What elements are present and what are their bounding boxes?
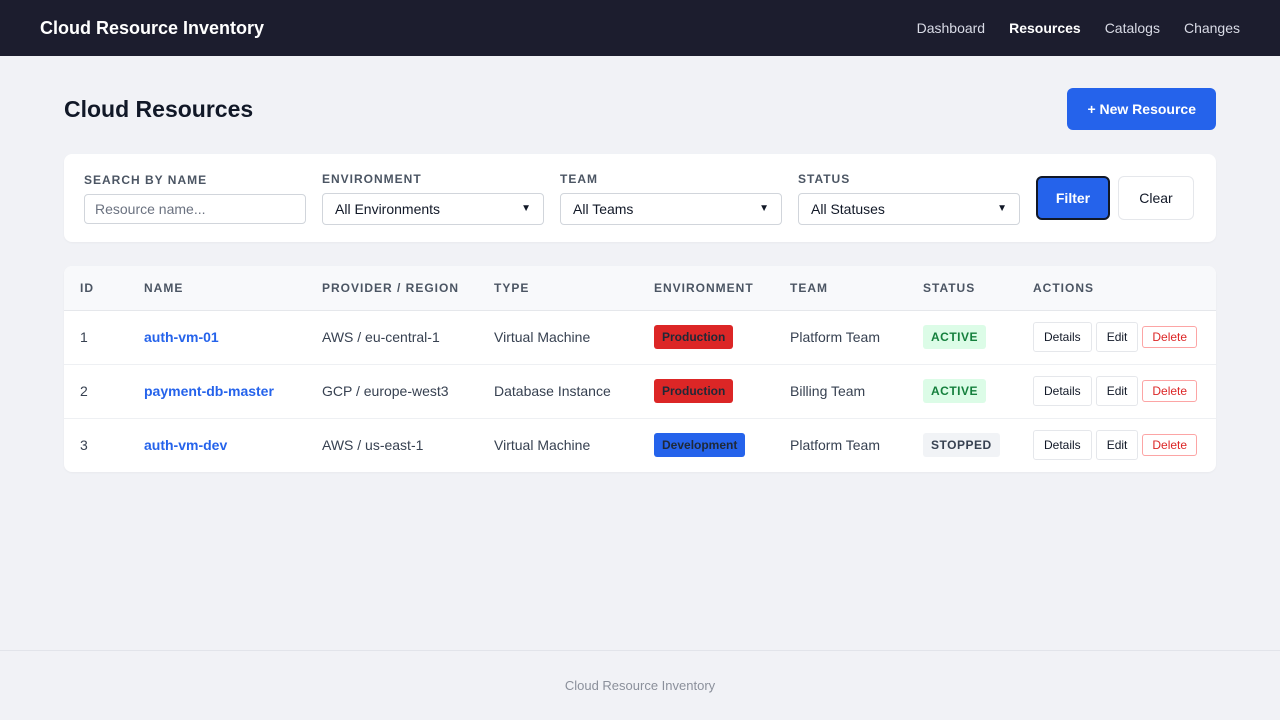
team-select[interactable]: All Teams ▼ bbox=[560, 192, 782, 225]
status-group: Status All Statuses ▼ bbox=[798, 172, 1020, 225]
table-header-row: ID Name Provider / Region Type Environme… bbox=[64, 266, 1216, 311]
table-row: 2 payment-db-master GCP / europe-west3 D… bbox=[64, 364, 1216, 418]
delete-button[interactable]: Delete bbox=[1142, 434, 1198, 457]
col-type: Type bbox=[478, 266, 638, 311]
environment-label: Environment bbox=[322, 171, 422, 186]
page-header: Cloud Resources + New Resource bbox=[64, 88, 1216, 130]
new-resource-button[interactable]: + New Resource bbox=[1067, 88, 1216, 130]
delete-button[interactable]: Delete bbox=[1142, 380, 1198, 402]
row-actions: Details Edit Delete bbox=[1033, 430, 1200, 461]
col-team: Team bbox=[774, 266, 907, 311]
chevron-down-icon: ▼ bbox=[759, 203, 769, 214]
page-title: Cloud Resources bbox=[64, 95, 254, 122]
table-row: 3 auth-vm-dev AWS / us-east-1 Virtual Ma… bbox=[64, 418, 1216, 472]
team-group: Team All Teams ▼ bbox=[560, 172, 782, 225]
edit-button[interactable]: Edit bbox=[1095, 322, 1139, 352]
row-type: Database Instance bbox=[494, 383, 611, 399]
environment-badge: Development bbox=[654, 433, 746, 458]
col-actions: Actions bbox=[1017, 266, 1216, 311]
details-button[interactable]: Details bbox=[1033, 376, 1092, 406]
row-type: Virtual Machine bbox=[494, 437, 591, 454]
environment-select-value: All Environments bbox=[335, 200, 441, 217]
nav-changes[interactable]: Changes bbox=[1184, 20, 1240, 36]
app-title[interactable]: Cloud Resource Inventory bbox=[40, 18, 264, 39]
col-status: Status bbox=[907, 266, 1017, 311]
team-select-value: All Teams bbox=[573, 200, 634, 217]
col-id: ID bbox=[64, 266, 128, 311]
search-input[interactable] bbox=[84, 193, 306, 224]
status-label: Status bbox=[798, 171, 851, 186]
search-group: Search by name bbox=[84, 173, 306, 224]
row-type: Virtual Machine bbox=[494, 329, 591, 345]
row-provider-region: GCP / europe-west3 bbox=[322, 383, 449, 399]
status-select[interactable]: All Statuses ▼ bbox=[798, 192, 1020, 225]
col-provider-region: Provider / Region bbox=[306, 266, 478, 311]
resources-table-card: ID Name Provider / Region Type Environme… bbox=[64, 266, 1216, 472]
edit-button[interactable]: Edit bbox=[1095, 376, 1139, 406]
col-environment: Environment bbox=[638, 266, 774, 311]
resource-name-link[interactable]: auth-vm-01 bbox=[144, 329, 219, 345]
chevron-down-icon: ▼ bbox=[521, 203, 531, 214]
table-row: 1 auth-vm-01 AWS / eu-central-1 Virtual … bbox=[64, 310, 1216, 364]
status-badge: STOPPED bbox=[923, 433, 1000, 458]
row-team: Platform Team bbox=[790, 437, 880, 454]
details-button[interactable]: Details bbox=[1033, 430, 1092, 461]
resource-name-link[interactable]: auth-vm-dev bbox=[144, 437, 227, 453]
row-id: 3 bbox=[80, 437, 88, 454]
nav-links: Dashboard Resources Catalogs Changes bbox=[917, 20, 1240, 36]
resources-table: ID Name Provider / Region Type Environme… bbox=[64, 266, 1216, 472]
chevron-down-icon: ▼ bbox=[997, 203, 1007, 214]
details-button[interactable]: Details bbox=[1033, 322, 1092, 352]
filter-panel: Search by name Environment All Environme… bbox=[64, 154, 1216, 242]
team-label: Team bbox=[560, 171, 598, 186]
nav-dashboard[interactable]: Dashboard bbox=[917, 20, 986, 36]
status-badge: ACTIVE bbox=[923, 325, 987, 349]
row-id: 1 bbox=[80, 329, 88, 345]
status-select-value: All Statuses bbox=[811, 200, 885, 217]
row-actions: Details Edit Delete bbox=[1033, 376, 1200, 406]
row-provider-region: AWS / us-east-1 bbox=[322, 437, 424, 454]
search-label: Search by name bbox=[84, 172, 208, 187]
top-navbar: Cloud Resource Inventory Dashboard Resou… bbox=[0, 0, 1280, 56]
environment-select[interactable]: All Environments ▼ bbox=[322, 192, 544, 225]
row-id: 2 bbox=[80, 383, 88, 399]
row-actions: Details Edit Delete bbox=[1033, 322, 1200, 352]
nav-catalogs[interactable]: Catalogs bbox=[1105, 20, 1160, 36]
clear-button[interactable]: Clear bbox=[1118, 176, 1194, 220]
col-name: Name bbox=[128, 266, 306, 311]
main-content: Cloud Resources + New Resource Search by… bbox=[0, 56, 1280, 472]
nav-resources[interactable]: Resources bbox=[1009, 20, 1081, 36]
environment-badge: Production bbox=[654, 325, 734, 349]
resource-name-link[interactable]: payment-db-master bbox=[144, 383, 274, 399]
filter-button[interactable]: Filter bbox=[1036, 176, 1110, 220]
footer-text: Cloud Resource Inventory bbox=[564, 678, 716, 693]
environment-badge: Production bbox=[654, 379, 734, 403]
row-team: Platform Team bbox=[790, 329, 880, 345]
footer: Cloud Resource Inventory bbox=[0, 650, 1280, 720]
row-provider-region: AWS / eu-central-1 bbox=[322, 329, 440, 345]
environment-group: Environment All Environments ▼ bbox=[322, 172, 544, 225]
row-team: Billing Team bbox=[790, 383, 866, 399]
edit-button[interactable]: Edit bbox=[1095, 430, 1139, 461]
delete-button[interactable]: Delete bbox=[1142, 326, 1198, 348]
status-badge: ACTIVE bbox=[923, 379, 987, 403]
